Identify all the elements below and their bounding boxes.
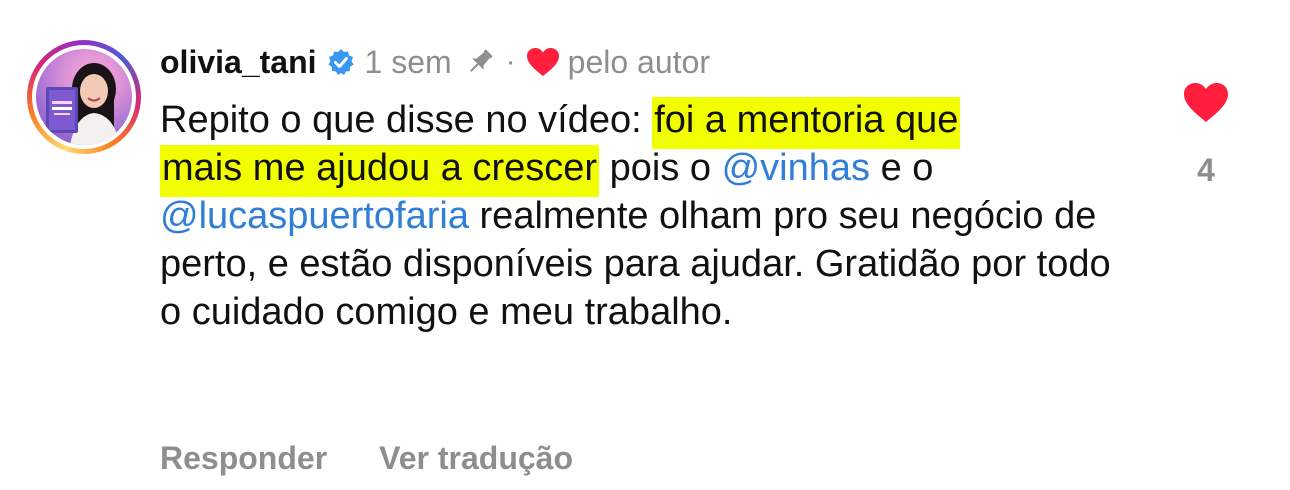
- comment-text-part: pois o: [599, 147, 722, 189]
- comment-header: olivia_tani 1 sem · pelo autor: [160, 40, 710, 84]
- avatar[interactable]: [27, 40, 141, 154]
- mention-link[interactable]: @vinhas: [722, 147, 870, 189]
- liked-by-author-label: pelo autor: [567, 43, 710, 80]
- heart-icon: [526, 47, 560, 77]
- comment-text-part: e o: [870, 147, 934, 189]
- highlighted-text: mais me ajudou a crescer: [160, 145, 600, 197]
- pin-icon: [464, 46, 496, 78]
- comment-text: Repito o que disse no vídeo: foi a mento…: [160, 96, 1140, 336]
- reply-button[interactable]: Responder: [160, 440, 327, 477]
- see-translation-button[interactable]: Ver tradução: [379, 440, 573, 477]
- separator-dot: ·: [505, 45, 516, 78]
- comment-time: 1 sem: [364, 43, 452, 80]
- heart-icon: [1183, 83, 1229, 128]
- like-button[interactable]: [1183, 82, 1229, 124]
- avatar-image: [36, 49, 132, 145]
- comment-actions: Responder Ver tradução: [160, 440, 573, 477]
- highlighted-text: foi a mentoria que: [652, 97, 961, 149]
- verified-badge-icon: [327, 48, 355, 76]
- mention-link[interactable]: @lucaspuertofaria: [160, 195, 469, 237]
- comment-text-part: Repito o que disse no vídeo:: [160, 99, 653, 141]
- username[interactable]: olivia_tani: [160, 44, 317, 81]
- like-count[interactable]: 4: [1180, 152, 1232, 189]
